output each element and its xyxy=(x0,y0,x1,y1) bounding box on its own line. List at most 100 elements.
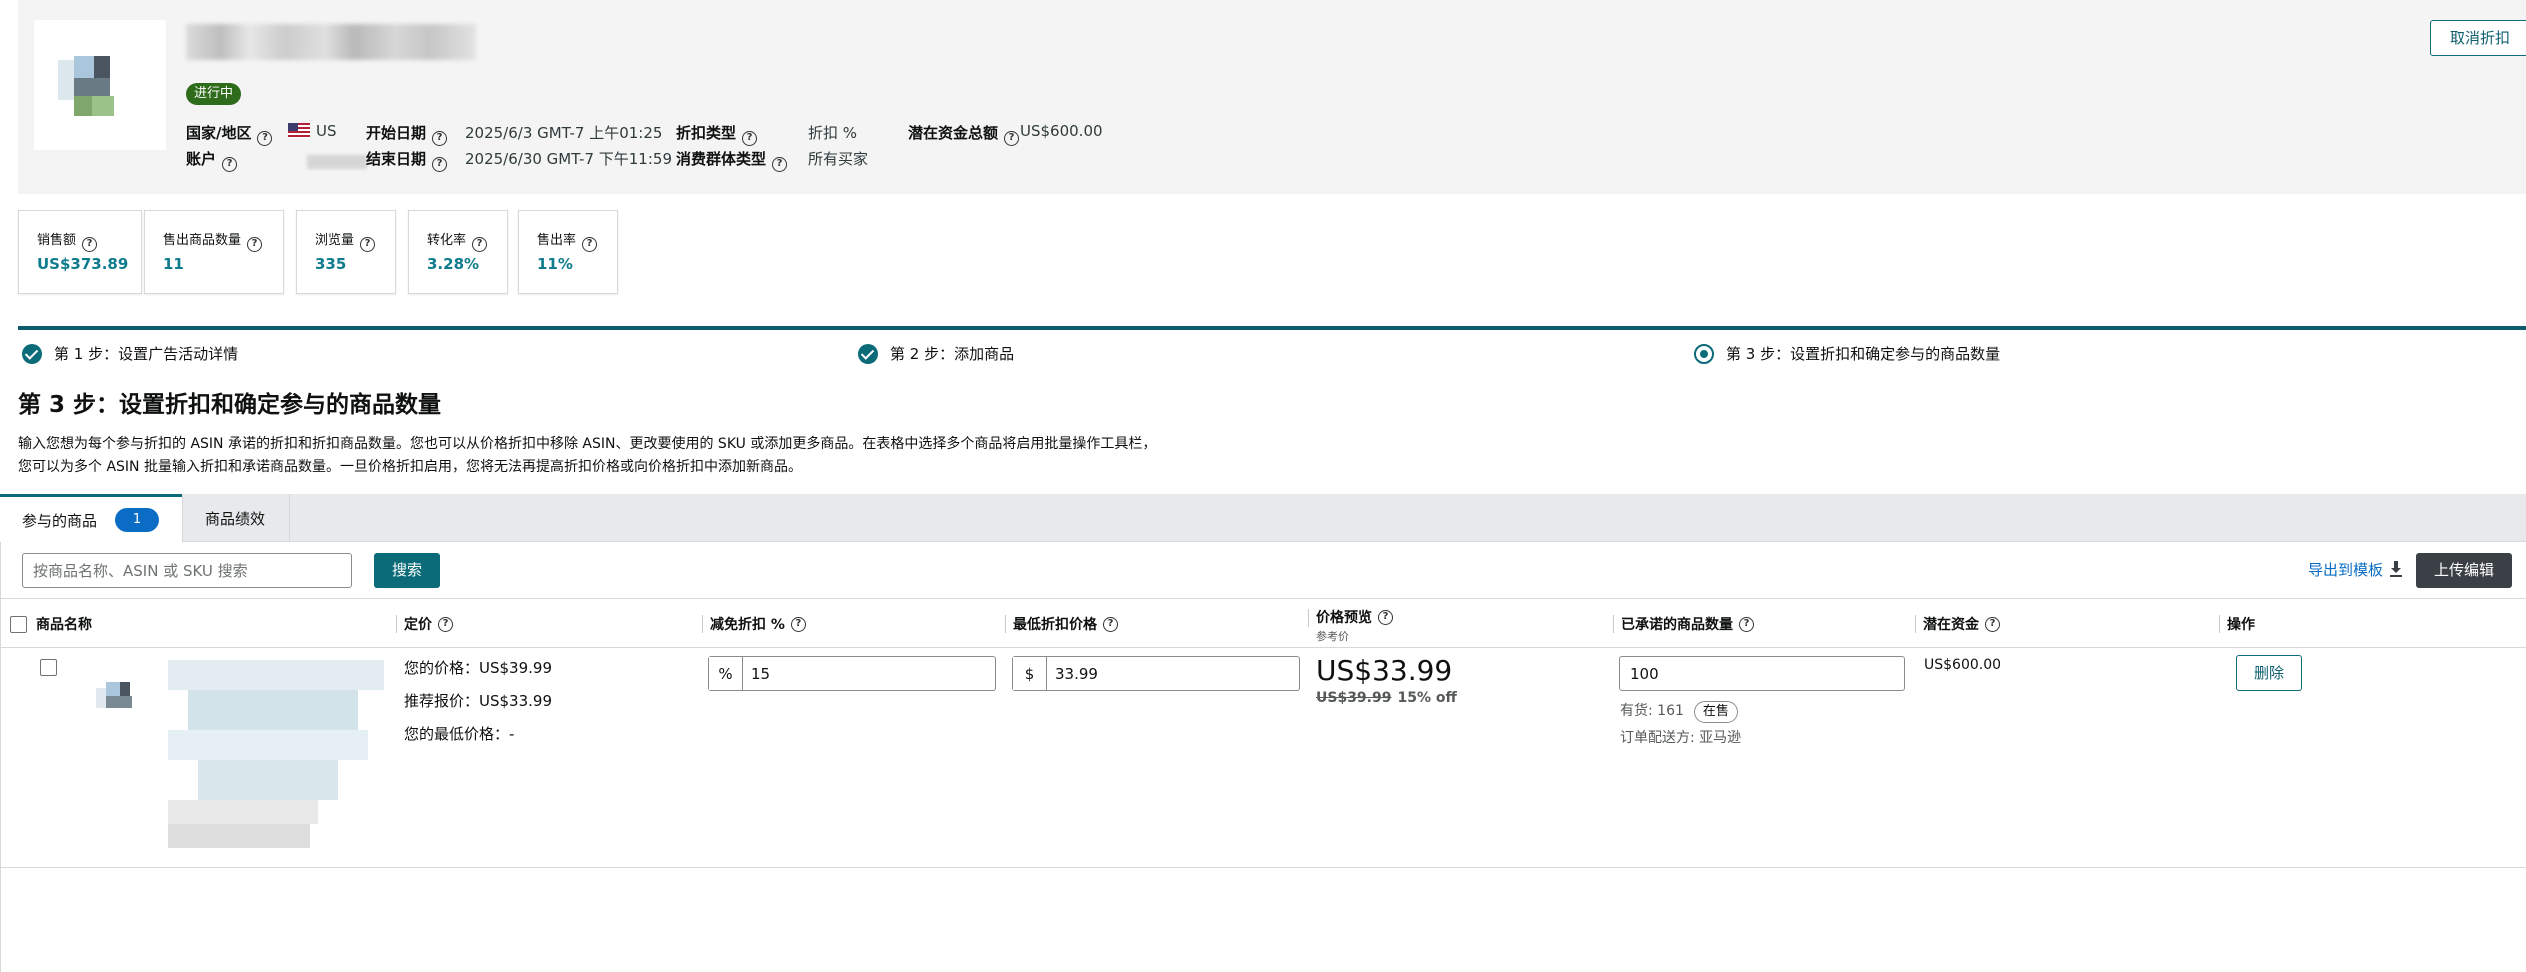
upload-edits-button[interactable]: 上传编辑 xyxy=(2416,553,2512,588)
percent-prefix: % xyxy=(709,657,743,690)
metric-value: US$373.89 xyxy=(37,255,129,273)
help-icon[interactable]: ? xyxy=(432,157,448,172)
page-title: 第 3 步：设置折扣和确定参与的商品数量 xyxy=(18,392,442,418)
search-input[interactable] xyxy=(22,553,352,588)
metric-card-conversion: 转化率? 3.28% xyxy=(408,210,508,294)
check-circle-icon xyxy=(22,343,42,364)
step-label: 第 2 步：添加商品 xyxy=(890,345,1015,363)
search-button[interactable]: 搜索 xyxy=(374,553,440,588)
help-icon[interactable]: ? xyxy=(247,237,263,252)
end-date-label: 结束日期? xyxy=(366,148,448,172)
help-icon[interactable]: ? xyxy=(360,237,376,252)
cancel-discount-button[interactable]: 取消折扣 xyxy=(2430,20,2526,56)
tab-bar: 参与的商品 1 商品绩效 xyxy=(0,494,2526,543)
metric-value: 3.28% xyxy=(427,255,480,273)
description-line: 输入您想为每个参与折扣的 ASIN 承诺的折扣和折扣商品数量。您也可以从价格折扣… xyxy=(18,436,1157,452)
help-icon[interactable]: ? xyxy=(432,131,448,146)
col-price[interactable]: 定价? xyxy=(396,599,453,649)
product-title-redacted xyxy=(186,24,476,60)
percent-off: 15% off xyxy=(1397,690,1457,706)
col-discount[interactable]: 减免折扣 %? xyxy=(702,599,806,649)
step-label: 第 3 步：设置折扣和确定参与的商品数量 xyxy=(1726,345,2001,363)
col-potential-funding[interactable]: 潜在资金? xyxy=(1915,599,2000,649)
country-value: US xyxy=(288,122,337,140)
help-icon[interactable]: ? xyxy=(222,157,238,172)
help-icon[interactable]: ? xyxy=(1004,131,1020,146)
campaign-header: 进行中 国家/地区? US 开始日期? 2025/6/3 GMT-7 上午01:… xyxy=(18,0,2526,194)
metric-label: 售出商品数量? xyxy=(163,229,263,252)
help-icon[interactable]: ? xyxy=(742,131,758,146)
help-icon[interactable]: ? xyxy=(1103,616,1118,632)
description-line: 您可以为多个 ASIN 批量输入折扣和承诺商品数量。一旦价格折扣启用，您将无法再… xyxy=(18,459,802,475)
min-price-text: 您的最低价格：- xyxy=(404,725,515,743)
help-icon[interactable]: ? xyxy=(1378,609,1393,625)
product-name-redacted xyxy=(168,660,384,850)
was-price: US$39.99 xyxy=(1316,690,1392,706)
start-date-value: 2025/6/3 GMT-7 上午01:25 xyxy=(465,124,663,142)
tab-label: 参与的商品 xyxy=(22,511,98,530)
stock-info: 有货: 161 在售 xyxy=(1620,700,1738,723)
step-1[interactable]: 第 1 步：设置广告活动详情 xyxy=(22,343,238,364)
min-discount-price-field[interactable]: $ xyxy=(1012,656,1300,691)
metric-card-sales: 销售额? US$373.89 xyxy=(18,210,142,294)
metric-label: 售出率? xyxy=(537,229,598,252)
stock-count: 有货: 161 xyxy=(1620,703,1684,719)
table-header: 商品名称 定价? 减免折扣 %? 最低折扣价格? 价格预览? 参考价 已承诺的商… xyxy=(0,598,2526,648)
funding-total-label: 潜在资金总额? xyxy=(908,122,1020,146)
min-discount-price-input[interactable] xyxy=(1047,657,1299,690)
table-left-border xyxy=(0,542,1,972)
tab-product-performance[interactable]: 商品绩效 xyxy=(182,494,290,542)
country-label: 国家/地区? xyxy=(186,122,273,146)
metric-label: 浏览量? xyxy=(315,229,376,252)
help-icon[interactable]: ? xyxy=(772,157,788,172)
metric-label: 销售额? xyxy=(37,229,98,252)
col-product-name[interactable]: 商品名称 xyxy=(36,599,92,649)
tab-participating-products[interactable]: 参与的商品 1 xyxy=(0,494,182,543)
help-icon[interactable]: ? xyxy=(438,616,453,632)
delete-button[interactable]: 删除 xyxy=(2236,655,2302,691)
metric-card-sell-through: 售出率? 11% xyxy=(518,210,618,294)
help-icon[interactable]: ? xyxy=(582,237,598,252)
help-icon[interactable]: ? xyxy=(257,131,273,146)
col-price-preview-sub: 参考价 xyxy=(1316,630,1349,643)
preview-original-price: US$39.99 15% off xyxy=(1316,690,1457,706)
status-badge: 进行中 xyxy=(186,83,242,105)
step-2[interactable]: 第 2 步：添加商品 xyxy=(858,343,1014,364)
help-icon[interactable]: ? xyxy=(472,237,488,252)
discount-type-label: 折扣类型? xyxy=(676,122,758,146)
step-3[interactable]: 第 3 步：设置折扣和确定参与的商品数量 xyxy=(1694,343,2000,364)
radio-current-icon xyxy=(1694,343,1714,364)
list-price-text: 推荐报价：US$33.99 xyxy=(404,692,552,710)
metric-value: 11% xyxy=(537,255,573,273)
dollar-prefix: $ xyxy=(1013,657,1047,690)
product-thumbnail xyxy=(34,20,166,150)
check-circle-icon xyxy=(858,343,878,364)
discount-type-value: 折扣 % xyxy=(808,124,858,142)
end-date-value: 2025/6/30 GMT-7 下午11:59 xyxy=(465,150,672,168)
preview-price: US$33.99 xyxy=(1316,654,1453,687)
help-icon[interactable]: ? xyxy=(1985,616,2000,632)
help-icon[interactable]: ? xyxy=(82,237,98,252)
us-flag-icon xyxy=(288,123,310,138)
discount-percent-field[interactable]: % xyxy=(708,656,996,691)
committed-units-input[interactable] xyxy=(1619,656,1905,691)
download-icon xyxy=(2390,561,2403,577)
col-committed-units[interactable]: 已承诺的商品数量? xyxy=(1613,599,1754,649)
potential-funding-value: US$600.00 xyxy=(1924,657,2002,673)
tab-label: 商品绩效 xyxy=(205,509,266,528)
export-template-link[interactable]: 导出到模板 xyxy=(2308,559,2403,580)
metric-label: 转化率? xyxy=(427,229,488,252)
discount-percent-input[interactable] xyxy=(743,657,995,690)
metric-value: 335 xyxy=(315,255,347,273)
select-all-checkbox[interactable] xyxy=(10,615,27,633)
metric-card-units-sold: 售出商品数量? 11 xyxy=(144,210,284,294)
row-checkbox[interactable] xyxy=(40,659,57,676)
audience-label: 消费群体类型? xyxy=(676,148,788,172)
on-sale-badge: 在售 xyxy=(1693,701,1738,723)
col-min-price[interactable]: 最低折扣价格? xyxy=(1005,599,1118,649)
col-actions: 操作 xyxy=(2219,599,2255,649)
select-all-checkbox-wrap[interactable] xyxy=(10,599,27,649)
step-progress-bar xyxy=(18,326,2526,330)
help-icon[interactable]: ? xyxy=(1739,616,1754,632)
help-icon[interactable]: ? xyxy=(790,616,806,632)
